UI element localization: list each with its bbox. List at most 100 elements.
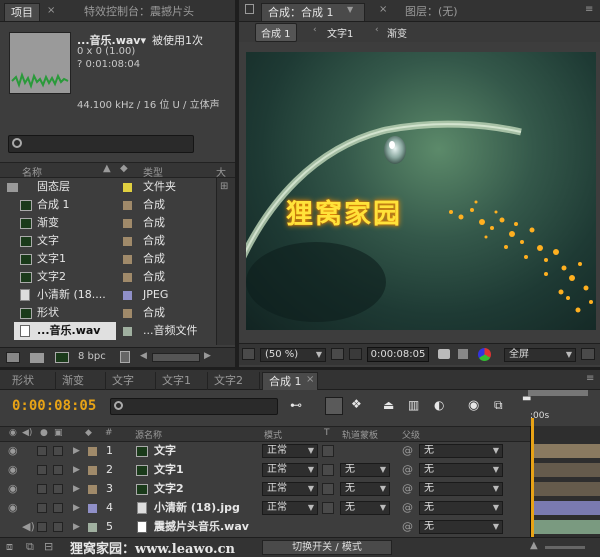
motion-blur-icon[interactable]: ◐: [434, 398, 444, 412]
region-of-interest-icon[interactable]: [349, 348, 362, 360]
pickwhip-icon[interactable]: @: [402, 499, 413, 517]
menu-down-icon[interactable]: ▼: [347, 5, 353, 14]
preserve-transparency-toggle[interactable]: [322, 483, 334, 495]
label-swatch[interactable]: [123, 327, 132, 336]
tab-timeline[interactable]: 渐变: [56, 372, 106, 390]
label-swatch[interactable]: [88, 466, 97, 475]
draft-3d-icon[interactable]: ❖: [351, 397, 362, 411]
layer-bar[interactable]: [534, 463, 600, 477]
toggle-switches-modes-button[interactable]: 切换开关 / 模式: [262, 540, 392, 555]
trkmat-select[interactable]: 无 ▼: [340, 501, 390, 515]
in-out-icon[interactable]: ⊟: [44, 540, 53, 553]
solo-switch[interactable]: [37, 522, 47, 532]
list-item[interactable]: 形状 合成: [0, 304, 216, 322]
bpc-label[interactable]: 8 bpc: [78, 351, 106, 362]
panel-menu-icon[interactable]: ≡: [585, 4, 593, 15]
hide-shy-icon[interactable]: ⏏: [383, 398, 394, 412]
layer-bar[interactable]: [534, 501, 600, 515]
tab-project[interactable]: 项目: [4, 3, 40, 21]
project-scrollbar[interactable]: ⊞: [216, 178, 235, 345]
timeline-search-input[interactable]: [110, 398, 278, 415]
pickwhip-icon[interactable]: @: [402, 442, 413, 460]
layer-row[interactable]: ◀) ▶ 5 震撼片头音乐.wav @ 无 ▼: [0, 518, 530, 536]
mode-select[interactable]: 正常 ▼: [262, 444, 318, 458]
column-source-name[interactable]: 源名称: [135, 428, 162, 441]
interpret-footage-icon[interactable]: [6, 352, 20, 363]
lock-switch[interactable]: [53, 484, 63, 494]
parent-select[interactable]: 无 ▼: [419, 482, 503, 496]
viewer-timecode[interactable]: 0:00:08:05: [367, 347, 429, 362]
show-snapshot-icon[interactable]: [458, 349, 468, 359]
expand-triangle-icon[interactable]: ▶: [73, 518, 80, 536]
parent-select[interactable]: 无 ▼: [419, 463, 503, 477]
parent-select[interactable]: 无 ▼: [419, 501, 503, 515]
solo-switch[interactable]: [37, 484, 47, 494]
comp-mini-flowchart-icon[interactable]: ⊷: [290, 398, 302, 412]
eye-icon[interactable]: ◉: [9, 428, 17, 438]
preserve-transparency-toggle[interactable]: [322, 445, 334, 457]
list-item[interactable]: 渐变 合成: [0, 214, 216, 232]
live-update-icon[interactable]: [325, 397, 343, 415]
list-item[interactable]: 文字 合成: [0, 232, 216, 250]
delete-icon[interactable]: [120, 351, 130, 363]
lock-switch[interactable]: [53, 503, 63, 513]
label-swatch[interactable]: [123, 309, 132, 318]
solo-icon[interactable]: ●: [40, 428, 48, 438]
new-folder-icon[interactable]: [30, 353, 44, 363]
new-composition-icon[interactable]: [55, 352, 69, 363]
label-swatch[interactable]: [123, 237, 132, 246]
layer-row[interactable]: ◉ ▶ 3 文字2 正常 ▼ 无 ▼ @ 无 ▼: [0, 480, 530, 498]
label-swatch[interactable]: [88, 485, 97, 494]
eye-icon[interactable]: ◉: [8, 499, 18, 517]
layer-bar[interactable]: [534, 444, 600, 458]
solo-switch[interactable]: [37, 503, 47, 513]
project-search-input[interactable]: [8, 135, 194, 153]
column-trkmat[interactable]: 轨道蒙板: [342, 428, 378, 441]
list-item[interactable]: 固态层 文件夹: [0, 178, 216, 196]
column-mode[interactable]: 模式: [264, 428, 282, 441]
scroll-right-icon[interactable]: ▶: [204, 351, 211, 361]
zoom-out-icon[interactable]: ▲: [530, 540, 538, 551]
preserve-transparency-toggle[interactable]: [322, 502, 334, 514]
close-icon[interactable]: ×: [306, 374, 314, 385]
layer-name[interactable]: 文字1: [154, 461, 184, 479]
zoom-select[interactable]: (50 %) ▼: [260, 348, 326, 362]
scroll-left-icon[interactable]: ◀: [140, 351, 147, 361]
mode-select[interactable]: 正常 ▼: [262, 463, 318, 477]
breadcrumb-item[interactable]: 文字1: [327, 25, 353, 40]
parent-select[interactable]: 无 ▼: [419, 520, 503, 534]
layer-bar[interactable]: [534, 520, 600, 534]
layer-row[interactable]: ◉ ▶ 4 小清新 (18).jpg 正常 ▼ 无 ▼ @ 无 ▼: [0, 499, 530, 517]
eye-icon[interactable]: ◉: [8, 442, 18, 460]
column-name[interactable]: 名称: [22, 164, 42, 179]
brainstorm-icon[interactable]: ◉: [468, 398, 479, 413]
mode-select[interactable]: 正常 ▼: [262, 501, 318, 515]
pickwhip-icon[interactable]: @: [402, 480, 413, 498]
column-type[interactable]: 类型: [143, 164, 163, 179]
list-item[interactable]: 文字1 合成: [0, 250, 216, 268]
expand-triangle-icon[interactable]: ▶: [73, 499, 80, 517]
composition-preview[interactable]: 狸窝家园: [246, 52, 596, 330]
solo-switch[interactable]: [37, 446, 47, 456]
camera-icon[interactable]: [438, 349, 450, 359]
lock-switch[interactable]: [53, 522, 63, 532]
layer-name[interactable]: 文字2: [154, 480, 184, 498]
panel-menu-icon[interactable]: ≡: [586, 373, 594, 384]
label-swatch[interactable]: [123, 255, 132, 264]
label-swatch[interactable]: [88, 447, 97, 456]
mode-select[interactable]: 正常 ▼: [262, 482, 318, 496]
sort-up-icon[interactable]: ▲: [103, 163, 111, 174]
trkmat-select[interactable]: 无 ▼: [340, 482, 390, 496]
horizontal-scrollbar[interactable]: [152, 353, 200, 362]
tab-timeline[interactable]: 文字: [106, 372, 156, 390]
breadcrumb-item[interactable]: 渐变: [387, 25, 407, 40]
work-area-bar[interactable]: [528, 390, 588, 396]
speaker-icon[interactable]: ◀): [22, 428, 32, 438]
label-icon[interactable]: ◆: [120, 163, 128, 174]
pickwhip-icon[interactable]: @: [402, 461, 413, 479]
lock-icon[interactable]: ▣: [54, 428, 63, 438]
zoom-slider[interactable]: [545, 546, 585, 549]
solo-switch[interactable]: [37, 465, 47, 475]
current-time-display[interactable]: 0:00:08:05: [12, 398, 96, 414]
layer-name[interactable]: 文字: [154, 442, 176, 460]
